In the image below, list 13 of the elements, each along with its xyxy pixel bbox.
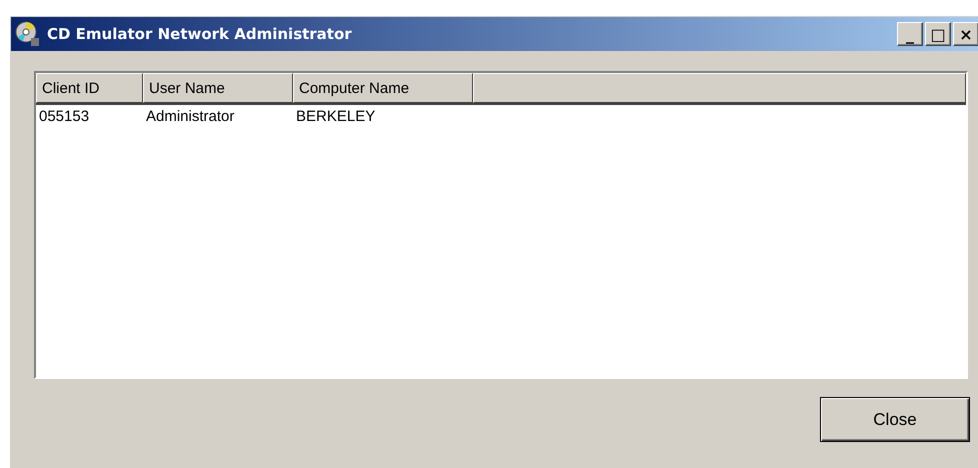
table-cell-text: BERKELEY xyxy=(295,108,376,124)
client-list[interactable]: Client ID User Name Computer Name 055153 Administrator BERKELEY xyxy=(34,71,968,379)
table-cell-text: Administrator xyxy=(145,108,236,124)
close-button[interactable]: Close xyxy=(820,397,970,442)
maximize-button[interactable]: □ xyxy=(925,22,951,46)
minimize-button[interactable]: _ xyxy=(897,22,923,46)
cd-icon xyxy=(15,21,41,47)
column-header[interactable]: Client ID xyxy=(36,73,143,103)
column-header[interactable]: Computer Name xyxy=(293,73,473,103)
close-button[interactable]: × xyxy=(953,22,978,46)
window-title: CD Emulator Network Administrator xyxy=(47,25,353,43)
column-header[interactable]: User Name xyxy=(143,73,293,103)
table-cell-text: 055153 xyxy=(38,108,90,124)
